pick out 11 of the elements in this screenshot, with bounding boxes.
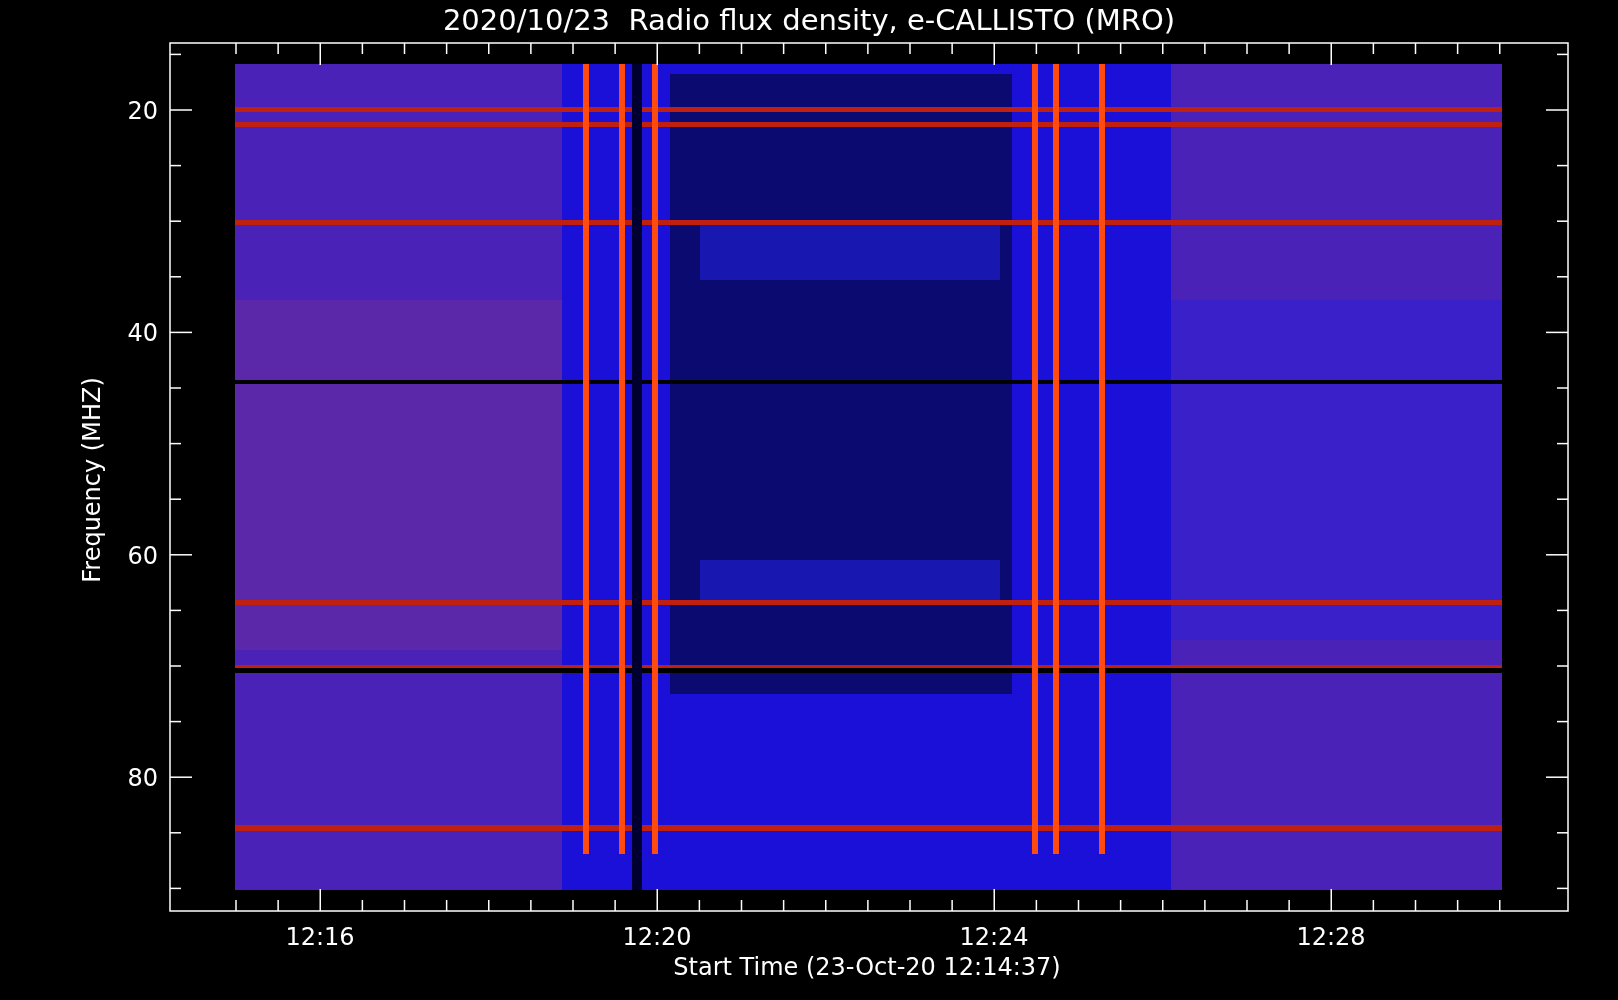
x-tick-label: 12:20 (622, 923, 692, 951)
y-tick-label: 20 (127, 97, 158, 125)
x-tick-label: 12:24 (959, 923, 1029, 951)
x-tick-label: 12:16 (285, 923, 355, 951)
chart-title: 2020/10/23 Radio flux density, e-CALLISTO (MRO) (442, 3, 1176, 37)
x-tick-label: 12:28 (1296, 923, 1366, 951)
y-axis-label: Frequency (MHZ) (78, 377, 106, 583)
x-axis-label: Start Time (23-Oct-20 12:14:37) (673, 953, 1061, 981)
y-tick-label: 60 (127, 541, 158, 570)
y-tick-label: 40 (127, 319, 158, 348)
y-tick-label: 80 (127, 764, 158, 793)
